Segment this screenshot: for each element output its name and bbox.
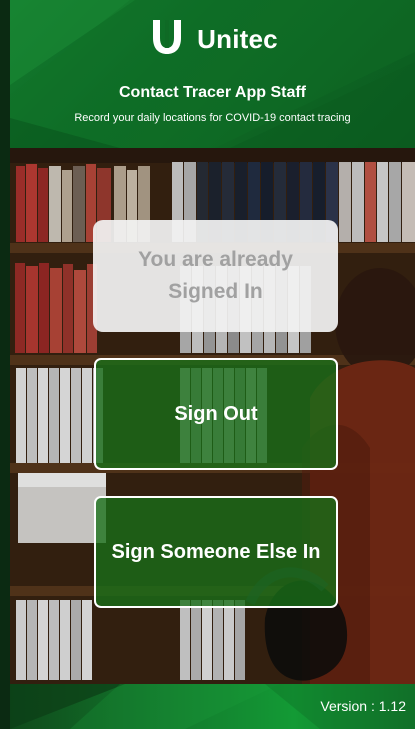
app-screen: Unitec Contact Tracer App Staff Record y…	[0, 0, 415, 729]
sign-someone-else-in-label: Sign Someone Else In	[111, 540, 321, 563]
content-area: Unitec Contact Tracer App Staff Record y…	[10, 0, 415, 729]
sign-someone-else-in-button[interactable]: Sign Someone Else In	[94, 496, 338, 608]
app-subtitle: Record your daily locations for COVID-19…	[74, 112, 351, 124]
unitec-logo-icon	[147, 18, 187, 61]
unitec-logo-glyph	[153, 20, 182, 54]
brand-name: Unitec	[197, 24, 278, 54]
sign-out-label: Sign Out	[174, 402, 258, 425]
already-signed-in-card: You are already Signed In	[93, 220, 338, 332]
sign-out-button[interactable]: Sign Out	[94, 358, 338, 470]
footer: Version : 1.12	[10, 684, 415, 729]
header: Unitec Contact Tracer App Staff Record y…	[10, 0, 415, 148]
version-label: Version : 1.12	[320, 698, 406, 714]
window-edge	[0, 0, 10, 729]
already-signed-in-text: You are already Signed In	[138, 248, 293, 303]
app-title: Contact Tracer App Staff	[119, 84, 306, 101]
brand: Unitec	[10, 18, 415, 61]
